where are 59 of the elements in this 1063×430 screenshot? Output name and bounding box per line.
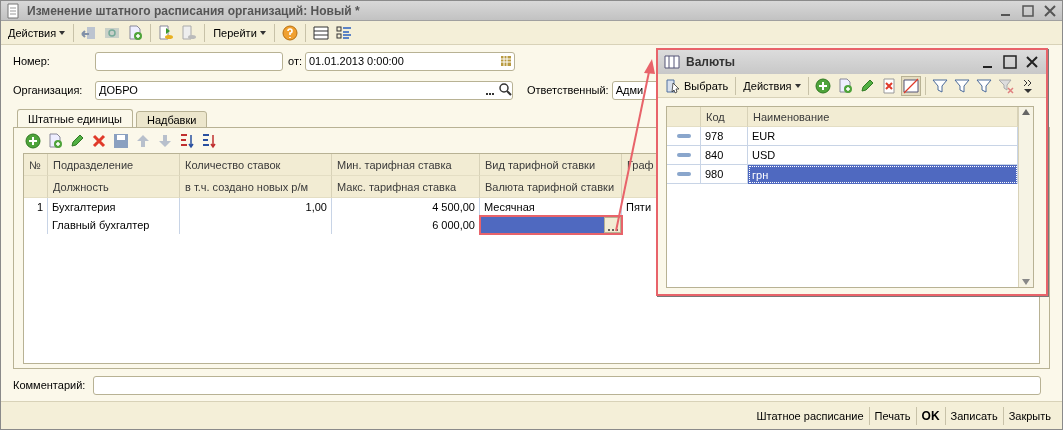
footer-button[interactable]: Записать [947,409,1001,422]
field-label: Организация: [13,84,84,96]
cursor-icon [665,77,681,94]
footer-button[interactable]: Печать [871,409,914,422]
footer-button[interactable]: Закрыть [1005,409,1054,422]
organization-field[interactable]: ДОБРО [95,80,513,100]
column-header[interactable]: Подразделение [48,154,180,176]
footer-button[interactable]: Штатное расписание [753,409,867,422]
number-field[interactable] [95,51,283,71]
caret-icon [794,83,801,88]
search-icon[interactable] [498,82,512,98]
item-icon [676,171,691,177]
table-cell[interactable]: EUR [748,127,1018,146]
column-header[interactable]: Код [701,107,748,127]
table-cell: Бухгалтерия [48,198,180,216]
column-header[interactable]: Наименование [748,107,1018,127]
actions-menu[interactable]: Действия [740,79,804,92]
scroll-up-icon[interactable] [1022,109,1030,115]
item-icon [676,133,691,139]
column-header[interactable]: Валюта тарифной ставки [480,176,622,198]
help-icon[interactable] [279,22,300,43]
close-icon[interactable] [1042,2,1058,19]
field-label: Номер: [13,55,51,67]
mark-deletion-icon[interactable] [900,75,921,96]
column-header[interactable]: Вид тарифной ставки [480,154,622,176]
field-label: Комментарий: [13,379,87,391]
column-header[interactable]: № [24,154,48,176]
editing-cell[interactable] [480,216,622,234]
actions-menu[interactable]: Действия [5,26,69,39]
column-header[interactable]: Количество ставок [180,154,332,176]
field-label: Ответственный: [527,84,609,96]
save-icon[interactable] [111,131,131,151]
maximize-icon[interactable] [1020,2,1036,19]
column-header[interactable]: Должность [48,176,180,198]
table-cell: 840 [701,146,748,165]
window-title: Валюты [686,55,737,69]
scroll-down-icon[interactable] [1022,279,1030,285]
footer-button[interactable]: OK [918,408,943,423]
maximize-icon[interactable] [1002,54,1018,70]
table-icon [664,54,680,70]
calendar-icon[interactable] [498,53,514,69]
field-label: от: [288,55,302,67]
table-cell[interactable]: грн [748,165,1018,184]
comment-field[interactable] [93,375,1041,395]
table-cell: Главный бухгалтер [48,216,180,234]
table-cell: 1 [24,198,48,216]
caret-icon [259,30,266,35]
table-cell: 978 [701,127,748,146]
item-icon [676,152,691,158]
window-title: Изменение штатного расписания организаций: Новый * [27,3,361,18]
date-field[interactable]: 01.01.2013 0:00:00 [305,51,515,71]
close-icon[interactable] [1024,54,1040,70]
column-header[interactable]: в т.ч. создано новых р/м [180,176,332,198]
table-cell: 1,00 [180,198,332,216]
goto-menu[interactable]: Перейти [210,26,269,39]
column-header[interactable]: Макс. тарифная ставка [332,176,480,198]
column-header[interactable]: Мин. тарифная ставка [332,154,480,176]
caret-icon [59,30,66,35]
scrollbar[interactable] [1018,107,1033,287]
